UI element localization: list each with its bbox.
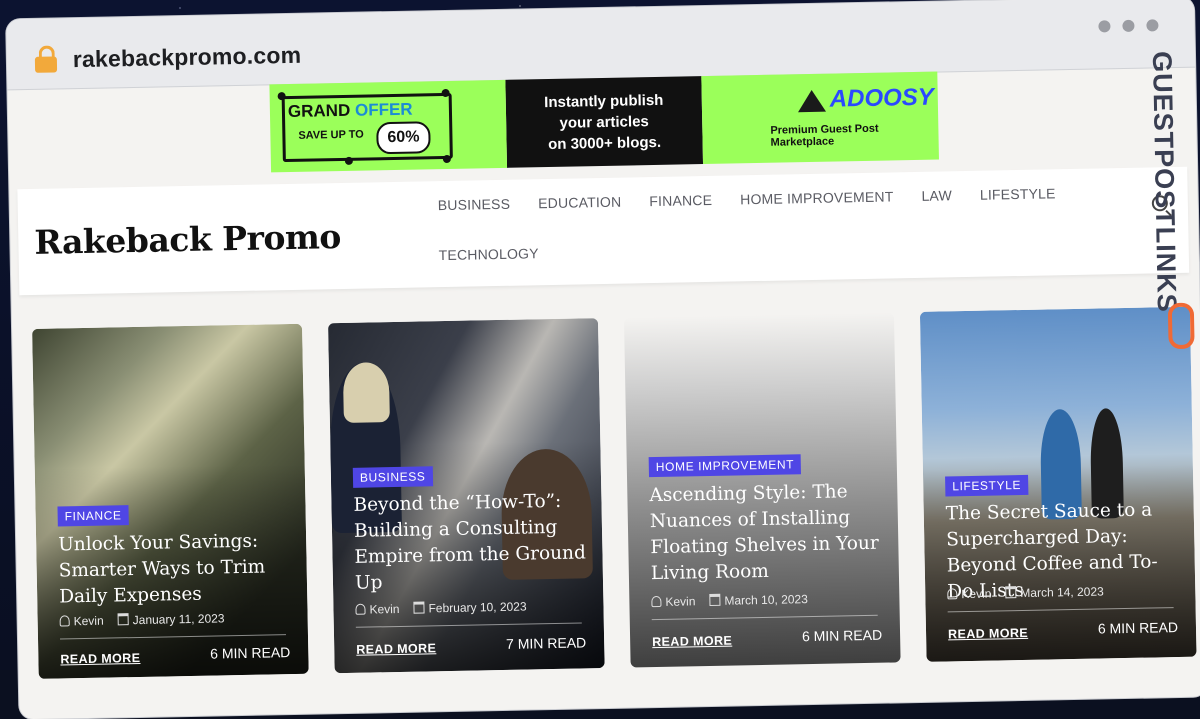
category-badge[interactable]: HOME IMPROVEMENT bbox=[648, 454, 802, 478]
user-icon bbox=[651, 595, 662, 608]
watermark-text: GUESTPOSTLINKS bbox=[1146, 50, 1182, 313]
user-icon bbox=[947, 588, 958, 600]
nav-item-home-improvement[interactable]: HOME IMPROVEMENT bbox=[740, 188, 894, 207]
card-divider bbox=[651, 614, 878, 621]
article-meta: Kevin March 14, 2023 bbox=[947, 584, 1104, 601]
browser-window: rakebackpromo.com GRAND OFFER SAVE UP TO… bbox=[6, 0, 1200, 719]
category-badge[interactable]: FINANCE bbox=[57, 505, 129, 527]
article-author[interactable]: Kevin bbox=[947, 587, 991, 602]
read-more-link[interactable]: READ MORE bbox=[60, 651, 140, 667]
nav-item-technology[interactable]: TECHNOLOGY bbox=[439, 245, 539, 263]
offer-title: GRAND OFFER bbox=[287, 99, 413, 122]
calendar-icon bbox=[413, 601, 425, 614]
nav-item-finance[interactable]: FINANCE bbox=[649, 192, 712, 209]
circuit-node-icon bbox=[344, 156, 353, 165]
read-more-link[interactable]: READ MORE bbox=[652, 634, 732, 650]
article-meta: Kevin March 10, 2023 bbox=[651, 592, 808, 609]
window-dot-icon[interactable] bbox=[1098, 20, 1111, 33]
article-card[interactable]: LIFESTYLE The Secret Sauce to a Supercha… bbox=[919, 306, 1197, 662]
window-controls bbox=[1098, 19, 1159, 33]
user-icon bbox=[355, 603, 366, 615]
circuit-node-icon bbox=[442, 154, 451, 164]
ad-offer-panel: GRAND OFFER SAVE UP TO 60% bbox=[269, 79, 508, 173]
ad-tagline: Premium Guest Post Marketplace bbox=[770, 122, 879, 149]
main-nav: BUSINESS EDUCATION FINANCE HOME IMPROVEM… bbox=[438, 185, 1079, 263]
article-title[interactable]: Ascending Style: The Nuances of Installi… bbox=[649, 479, 885, 587]
article-author[interactable]: Kevin bbox=[59, 614, 104, 629]
article-card[interactable]: HOME IMPROVEMENT Ascending Style: The Nu… bbox=[623, 312, 901, 668]
article-title[interactable]: Beyond the “How-To”: Building a Consulti… bbox=[353, 488, 589, 596]
read-time: 6 MIN READ bbox=[801, 626, 883, 645]
ad-message: Instantly publish your articles on 3000+… bbox=[505, 76, 704, 168]
ad-banner[interactable]: GRAND OFFER SAVE UP TO 60% Instantly pub… bbox=[269, 71, 939, 173]
article-meta: Kevin January 11, 2023 bbox=[59, 611, 225, 629]
article-date: March 14, 2023 bbox=[1005, 584, 1104, 600]
card-divider bbox=[355, 622, 582, 628]
article-title[interactable]: Unlock Your Savings: Smarter Ways to Tri… bbox=[58, 528, 293, 610]
article-author[interactable]: Kevin bbox=[651, 594, 696, 609]
person-image bbox=[342, 362, 390, 423]
site-logo[interactable]: Rakeback Promo bbox=[34, 217, 341, 262]
article-date: March 10, 2023 bbox=[709, 592, 808, 608]
ad-brand-panel: ADOOSY Premium Guest Post Marketplace bbox=[701, 71, 939, 165]
adoosy-logo-icon bbox=[797, 89, 827, 113]
card-divider bbox=[60, 634, 286, 640]
nav-item-law[interactable]: LAW bbox=[921, 187, 952, 204]
article-meta: Kevin February 10, 2023 bbox=[355, 600, 527, 617]
calendar-icon bbox=[709, 593, 721, 607]
nav-item-lifestyle[interactable]: LIFESTYLE bbox=[980, 185, 1056, 202]
article-card[interactable]: BUSINESS Beyond the “How-To”: Building a… bbox=[328, 318, 605, 674]
article-date: January 11, 2023 bbox=[117, 611, 225, 627]
article-card[interactable]: FINANCE Unlock Your Savings: Smarter Way… bbox=[32, 323, 309, 679]
url-text[interactable]: rakebackpromo.com bbox=[73, 42, 302, 73]
read-time: 6 MIN READ bbox=[210, 644, 291, 662]
watermark: GUESTPOSTLINKS bbox=[1147, 51, 1200, 352]
link-icon bbox=[1167, 302, 1195, 350]
article-grid: FINANCE Unlock Your Savings: Smarter Way… bbox=[32, 306, 1197, 679]
ad-brand: ADOOSY bbox=[829, 83, 935, 113]
read-more-link[interactable]: READ MORE bbox=[356, 641, 436, 657]
user-icon bbox=[59, 615, 70, 627]
read-more-link[interactable]: READ MORE bbox=[948, 626, 1028, 642]
window-dot-icon[interactable] bbox=[1122, 19, 1135, 32]
nav-item-education[interactable]: EDUCATION bbox=[538, 194, 622, 212]
read-time: 6 MIN READ bbox=[1097, 619, 1179, 637]
calendar-icon bbox=[117, 613, 129, 626]
article-author[interactable]: Kevin bbox=[355, 602, 400, 617]
offer-save-text: SAVE UP TO bbox=[298, 128, 364, 142]
article-date: February 10, 2023 bbox=[413, 600, 527, 616]
calendar-icon bbox=[1005, 586, 1017, 599]
read-time: 7 MIN READ bbox=[505, 634, 587, 652]
site-header: Rakeback Promo BUSINESS EDUCATION FINANC… bbox=[17, 166, 1190, 296]
ad-message-line: on 3000+ blogs. bbox=[547, 133, 662, 153]
card-divider bbox=[947, 607, 1174, 613]
window-dot-icon[interactable] bbox=[1146, 19, 1159, 32]
category-badge[interactable]: LIFESTYLE bbox=[945, 474, 1029, 497]
category-badge[interactable]: BUSINESS bbox=[352, 466, 433, 488]
offer-percent: 60% bbox=[376, 121, 431, 155]
nav-item-business[interactable]: BUSINESS bbox=[438, 196, 511, 213]
lock-icon bbox=[34, 56, 58, 73]
